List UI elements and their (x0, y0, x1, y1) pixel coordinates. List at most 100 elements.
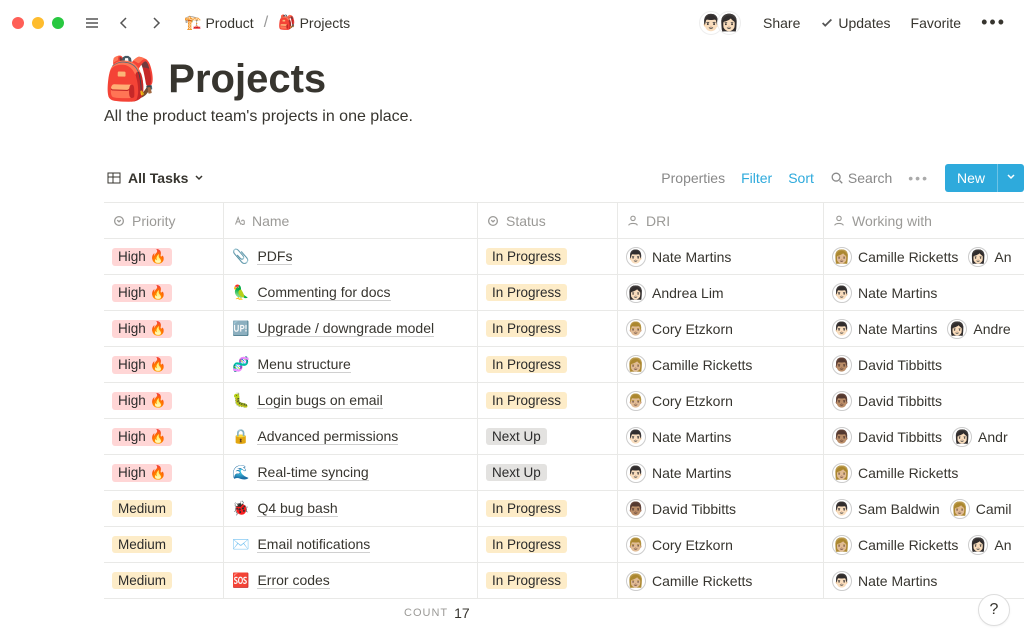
properties-button[interactable]: Properties (653, 166, 733, 190)
avatar: 👩🏼 (950, 499, 970, 519)
cell-name[interactable]: 🦜Commenting for docs (224, 275, 478, 310)
cell-working-with[interactable]: 👨🏻Nate Martins (824, 275, 1024, 310)
page-icon[interactable]: 🎒 (104, 55, 156, 104)
table-row[interactable]: High 🔥🆙Upgrade / downgrade modelIn Progr… (104, 311, 1024, 347)
page-title[interactable]: Projects (168, 57, 326, 102)
more-menu-button[interactable]: ••• (975, 8, 1012, 37)
cell-dri[interactable]: 👨🏽David Tibbitts (618, 491, 824, 526)
breadcrumb-item-product[interactable]: 🏗️ Product (180, 12, 258, 33)
cell-priority[interactable]: High 🔥 (104, 239, 224, 274)
cell-priority[interactable]: Medium (104, 563, 224, 598)
cell-status[interactable]: Next Up (478, 419, 618, 454)
share-button[interactable]: Share (757, 11, 806, 35)
cell-working-with[interactable]: 👨🏽David Tibbitts (824, 383, 1024, 418)
cell-dri[interactable]: 👨🏻Nate Martins (618, 419, 824, 454)
search-button[interactable]: Search (822, 166, 900, 190)
avatar: 👨🏼 (626, 319, 646, 339)
favorite-button[interactable]: Favorite (905, 11, 968, 35)
cell-status[interactable]: In Progress (478, 311, 618, 346)
forward-button[interactable] (144, 11, 168, 35)
cell-dri[interactable]: 👨🏻Nate Martins (618, 239, 824, 274)
cell-status[interactable]: In Progress (478, 347, 618, 382)
cell-working-with[interactable]: 👩🏼Camille Ricketts (824, 455, 1024, 490)
window-controls (12, 17, 64, 29)
cell-dri[interactable]: 👩🏻Andrea Lim (618, 275, 824, 310)
cell-dri[interactable]: 👨🏼Cory Etzkorn (618, 527, 824, 562)
cell-priority[interactable]: High 🔥 (104, 419, 224, 454)
table-row[interactable]: High 🔥🧬Menu structureIn Progress👩🏼Camill… (104, 347, 1024, 383)
cell-status[interactable]: In Progress (478, 491, 618, 526)
person-name: Camille Ricketts (858, 465, 958, 481)
cell-name[interactable]: 🆙Upgrade / downgrade model (224, 311, 478, 346)
select-icon (112, 214, 126, 228)
new-button[interactable]: New (945, 164, 1024, 192)
table-row[interactable]: High 🔥 📎PDFsIn Progress👨🏻Nate Martins👩🏼Ca… (104, 239, 1024, 275)
cell-name[interactable]: 🌊Real-time syncing (224, 455, 478, 490)
close-window-button[interactable] (12, 17, 24, 29)
table-row[interactable]: Medium🐞Q4 bug bashIn Progress👨🏽David Tib… (104, 491, 1024, 527)
cell-name[interactable]: 🐛Login bugs on email (224, 383, 478, 418)
column-header-priority[interactable]: Priority (104, 203, 224, 238)
sort-button[interactable]: Sort (780, 166, 822, 190)
cell-dri[interactable]: 👨🏼Cory Etzkorn (618, 383, 824, 418)
cell-working-with[interactable]: 👨🏽David Tibbitts👩🏻Andr (824, 419, 1024, 454)
cell-name[interactable]: 🆘Error codes (224, 563, 478, 598)
table-row[interactable]: High 🔥🌊Real-time syncingNext Up👨🏻Nate Ma… (104, 455, 1024, 491)
cell-dri[interactable]: 👩🏼Camille Ricketts (618, 347, 824, 382)
column-header-dri[interactable]: DRI (618, 203, 824, 238)
column-header-working-with[interactable]: Working with (824, 203, 1024, 238)
cell-priority[interactable]: Medium (104, 527, 224, 562)
column-header-name[interactable]: Name (224, 203, 478, 238)
status-tag: In Progress (486, 392, 567, 409)
cell-priority[interactable]: High 🔥 (104, 311, 224, 346)
view-more-button[interactable]: ••• (900, 166, 937, 190)
cell-working-with[interactable]: 👨🏻Nate Martins👩🏻Andre (824, 311, 1024, 346)
collaborator-avatars[interactable]: 👨🏻 👩🏻 (699, 11, 741, 35)
cell-working-with[interactable]: 👨🏻Nate Martins (824, 563, 1024, 598)
cell-working-with[interactable]: 👩🏼Camille Ricketts👩🏻An (824, 239, 1024, 274)
priority-tag: High 🔥 (112, 248, 172, 266)
filter-button[interactable]: Filter (733, 166, 780, 190)
table-row[interactable]: High 🔥🔒Advanced permissionsNext Up👨🏻Nate… (104, 419, 1024, 455)
cell-status[interactable]: In Progress (478, 563, 618, 598)
column-header-status[interactable]: Status (478, 203, 618, 238)
cell-priority[interactable]: High 🔥 (104, 455, 224, 490)
page-subtitle[interactable]: All the product team's projects in one p… (104, 108, 1024, 126)
cell-dri[interactable]: 👨🏼Cory Etzkorn (618, 311, 824, 346)
cell-working-with[interactable]: 👨🏽David Tibbitts (824, 347, 1024, 382)
cell-status[interactable]: In Progress (478, 383, 618, 418)
cell-status[interactable]: Next Up (478, 455, 618, 490)
cell-name[interactable]: 🧬Menu structure (224, 347, 478, 382)
table-row[interactable]: High 🔥🐛Login bugs on email In Progress 👨🏼C… (104, 383, 1024, 419)
page-title-row: 🎒 Projects (104, 55, 1024, 104)
table-row[interactable]: Medium🆘Error codesIn Progress👩🏼Camille R… (104, 563, 1024, 599)
cell-priority[interactable]: High 🔥 (104, 383, 224, 418)
cell-status[interactable]: In Progress (478, 527, 618, 562)
cell-working-with[interactable]: 👩🏼Camille Ricketts👩🏻An (824, 527, 1024, 562)
maximize-window-button[interactable] (52, 17, 64, 29)
cell-name[interactable]: 🔒Advanced permissions (224, 419, 478, 454)
cell-dri[interactable]: 👩🏼Camille Ricketts (618, 563, 824, 598)
updates-button[interactable]: Updates (814, 11, 896, 35)
view-switcher[interactable]: All Tasks (104, 166, 206, 190)
person-name: Andr (978, 429, 1008, 445)
cell-name[interactable]: 📎PDFs (224, 239, 478, 274)
back-button[interactable] (112, 11, 136, 35)
new-button-dropdown[interactable] (997, 164, 1024, 192)
table-row[interactable]: High 🔥🦜Commenting for docsIn Progress👩🏻A… (104, 275, 1024, 311)
cell-priority[interactable]: Medium (104, 491, 224, 526)
avatar: 👩🏻 (968, 247, 988, 267)
cell-status[interactable]: In Progress (478, 239, 618, 274)
cell-status[interactable]: In Progress (478, 275, 618, 310)
minimize-window-button[interactable] (32, 17, 44, 29)
cell-name[interactable]: ✉️Email notifications (224, 527, 478, 562)
menu-icon[interactable] (80, 11, 104, 35)
help-button[interactable]: ? (978, 594, 1010, 626)
cell-name[interactable]: 🐞Q4 bug bash (224, 491, 478, 526)
cell-priority[interactable]: High 🔥 (104, 347, 224, 382)
table-row[interactable]: Medium✉️Email notificationsIn Progress👨🏼… (104, 527, 1024, 563)
cell-dri[interactable]: 👨🏻Nate Martins (618, 455, 824, 490)
cell-priority[interactable]: High 🔥 (104, 275, 224, 310)
breadcrumb-item-projects[interactable]: 🎒 Projects (274, 12, 354, 33)
cell-working-with[interactable]: 👨🏻Sam Baldwin👩🏼Camil (824, 491, 1024, 526)
